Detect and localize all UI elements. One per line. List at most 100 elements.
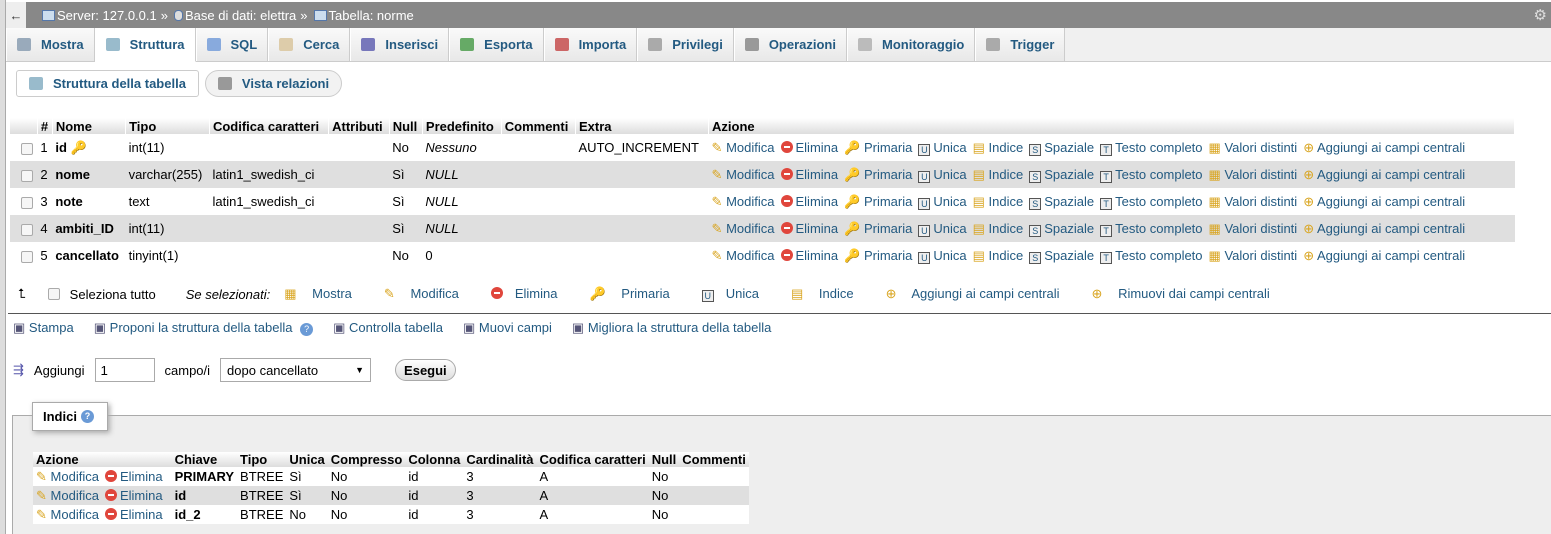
go-button[interactable]: Esegui (395, 359, 456, 381)
link-4[interactable]: ▣ Migliora la struttura della tabella (572, 320, 771, 336)
action-4[interactable]: ▤ Indice (973, 194, 1024, 209)
action-8[interactable]: ⊕ Aggiungi ai campi centrali (1303, 167, 1465, 182)
breadcrumb-table[interactable]: Tabella: norme (329, 8, 414, 23)
row-checkbox[interactable] (21, 250, 33, 263)
edit-index-button[interactable]: ✎ Modifica (36, 488, 99, 503)
drop-index-button[interactable]: Elimina (104, 507, 163, 522)
select-all-checkbox[interactable] (47, 288, 60, 300)
action-8[interactable]: ⊕ Aggiungi ai campi centrali (1303, 221, 1465, 236)
tab-mostra[interactable]: Mostra (6, 28, 95, 61)
row-checkbox[interactable] (21, 142, 33, 155)
action-4[interactable]: ▤ Indice (973, 140, 1024, 155)
action-3[interactable]: U Unica (918, 140, 967, 156)
add-central-icon: ⊕ (1303, 166, 1315, 182)
action-1[interactable]: Elimina (780, 221, 838, 236)
action-6[interactable]: T Testo completo (1100, 194, 1203, 210)
action-2[interactable]: 🔑 Primaria (844, 167, 912, 182)
bulk-action[interactable]: U Unica (701, 286, 771, 302)
link-1[interactable]: ▣ Proponi la struttura della tabella ? (94, 320, 314, 336)
action-6[interactable]: T Testo completo (1100, 248, 1203, 264)
help-icon[interactable]: ? (80, 410, 94, 423)
gear-icon[interactable]: ⚙ (1534, 6, 1547, 24)
cell-null: Sì (389, 161, 423, 188)
bulk-action[interactable]: ⊕ Aggiungi ai campi centrali (886, 286, 1072, 302)
action-6[interactable]: T Testo completo (1100, 140, 1203, 156)
tab-importa[interactable]: Importa (543, 28, 638, 61)
link-3[interactable]: ▣ Muovi campi (463, 320, 552, 336)
action-2[interactable]: 🔑 Primaria (844, 140, 912, 155)
action-8[interactable]: ⊕ Aggiungi ai campi centrali (1303, 248, 1465, 263)
drop-label: Elimina (119, 468, 163, 484)
action-0[interactable]: ✎ Modifica (712, 167, 775, 182)
action-5[interactable]: S Spaziale (1029, 221, 1094, 237)
breadcrumb-database[interactable]: Base di dati: elettra (185, 8, 296, 23)
action-6[interactable]: T Testo completo (1100, 221, 1203, 237)
edit-index-button[interactable]: ✎ Modifica (36, 507, 99, 522)
action-4[interactable]: ▤ Indice (973, 248, 1024, 263)
tab-cerca[interactable]: Cerca (268, 28, 351, 61)
action-3[interactable]: U Unica (918, 194, 967, 210)
row-checkbox[interactable] (21, 223, 33, 236)
action-1[interactable]: Elimina (780, 248, 838, 263)
link-2[interactable]: ▣ Controlla tabella (333, 320, 443, 336)
action-3[interactable]: U Unica (918, 221, 967, 237)
bulk-action[interactable]: ✎ Modifica (384, 286, 471, 302)
tab-inserisci[interactable]: Inserisci (350, 28, 450, 61)
action-1[interactable]: Elimina (780, 167, 838, 182)
action-6[interactable]: T Testo completo (1100, 167, 1203, 183)
tab-trigger[interactable]: Trigger (975, 28, 1066, 61)
bulk-action[interactable]: 🔑 Primaria (589, 286, 681, 302)
action-7[interactable]: ▦ Valori distinti (1209, 248, 1298, 263)
tab-sql[interactable]: SQL (195, 28, 269, 61)
action-1[interactable]: Elimina (780, 194, 838, 209)
action-5[interactable]: S Spaziale (1029, 248, 1094, 264)
action-5[interactable]: S Spaziale (1029, 140, 1094, 156)
drop-index-button[interactable]: Elimina (104, 468, 163, 484)
action-0[interactable]: ✎ Modifica (712, 248, 775, 263)
action-1[interactable]: Elimina (780, 140, 838, 155)
bulk-action[interactable]: ⊕ Rimuovi dai campi centrali (1092, 286, 1282, 302)
action-0[interactable]: ✎ Modifica (712, 194, 775, 209)
row-checkbox[interactable] (21, 196, 33, 209)
action-label: Valori distinti (1224, 193, 1298, 209)
action-0[interactable]: ✎ Modifica (712, 221, 775, 236)
tab-struttura[interactable]: Struttura (94, 28, 196, 62)
link-0[interactable]: ▣ Stampa (13, 320, 74, 336)
navigation-splitter[interactable] (0, 0, 6, 534)
action-2[interactable]: 🔑 Primaria (844, 194, 912, 209)
tab-operazioni[interactable]: Operazioni (733, 28, 847, 61)
action-7[interactable]: ▦ Valori distinti (1209, 140, 1298, 155)
action-2[interactable]: 🔑 Primaria (844, 221, 912, 236)
action-3[interactable]: U Unica (918, 167, 967, 183)
back-arrow-icon[interactable]: ← (6, 2, 26, 28)
bulk-action[interactable]: ▦ Mostra (284, 286, 364, 302)
tab-privilegi[interactable]: Privilegi (637, 28, 734, 61)
position-select[interactable]: dopo cancellato ▼ (220, 358, 372, 382)
action-7[interactable]: ▦ Valori distinti (1209, 194, 1298, 209)
action-7[interactable]: ▦ Valori distinti (1209, 167, 1298, 182)
bulk-action[interactable]: ▤ Indice (791, 286, 866, 302)
column-count-input[interactable] (94, 358, 155, 382)
select-all-label[interactable]: Seleziona tutto (70, 287, 156, 302)
tab-monitoraggio[interactable]: Monitoraggio (847, 28, 976, 61)
help-icon[interactable]: ? (300, 323, 314, 336)
relation-view-button[interactable]: Vista relazioni (204, 70, 343, 97)
row-checkbox[interactable] (21, 169, 33, 182)
action-5[interactable]: S Spaziale (1029, 194, 1094, 210)
action-4[interactable]: ▤ Indice (973, 221, 1024, 236)
action-7[interactable]: ▦ Valori distinti (1209, 221, 1298, 236)
breadcrumb-server[interactable]: Server: 127.0.0.1 (57, 8, 157, 23)
tab-esporta[interactable]: Esporta (449, 28, 544, 61)
action-label: Modifica (726, 193, 775, 209)
action-8[interactable]: ⊕ Aggiungi ai campi centrali (1303, 194, 1465, 209)
action-8[interactable]: ⊕ Aggiungi ai campi centrali (1303, 140, 1465, 155)
action-3[interactable]: U Unica (918, 248, 967, 264)
action-4[interactable]: ▤ Indice (973, 167, 1024, 182)
action-2[interactable]: 🔑 Primaria (844, 248, 912, 263)
table-structure-button[interactable]: Struttura della tabella (16, 70, 199, 97)
action-5[interactable]: S Spaziale (1029, 167, 1094, 183)
bulk-action[interactable]: Elimina (490, 286, 570, 302)
edit-index-button[interactable]: ✎ Modifica (36, 469, 99, 484)
action-0[interactable]: ✎ Modifica (712, 140, 775, 155)
drop-index-button[interactable]: Elimina (104, 488, 163, 503)
